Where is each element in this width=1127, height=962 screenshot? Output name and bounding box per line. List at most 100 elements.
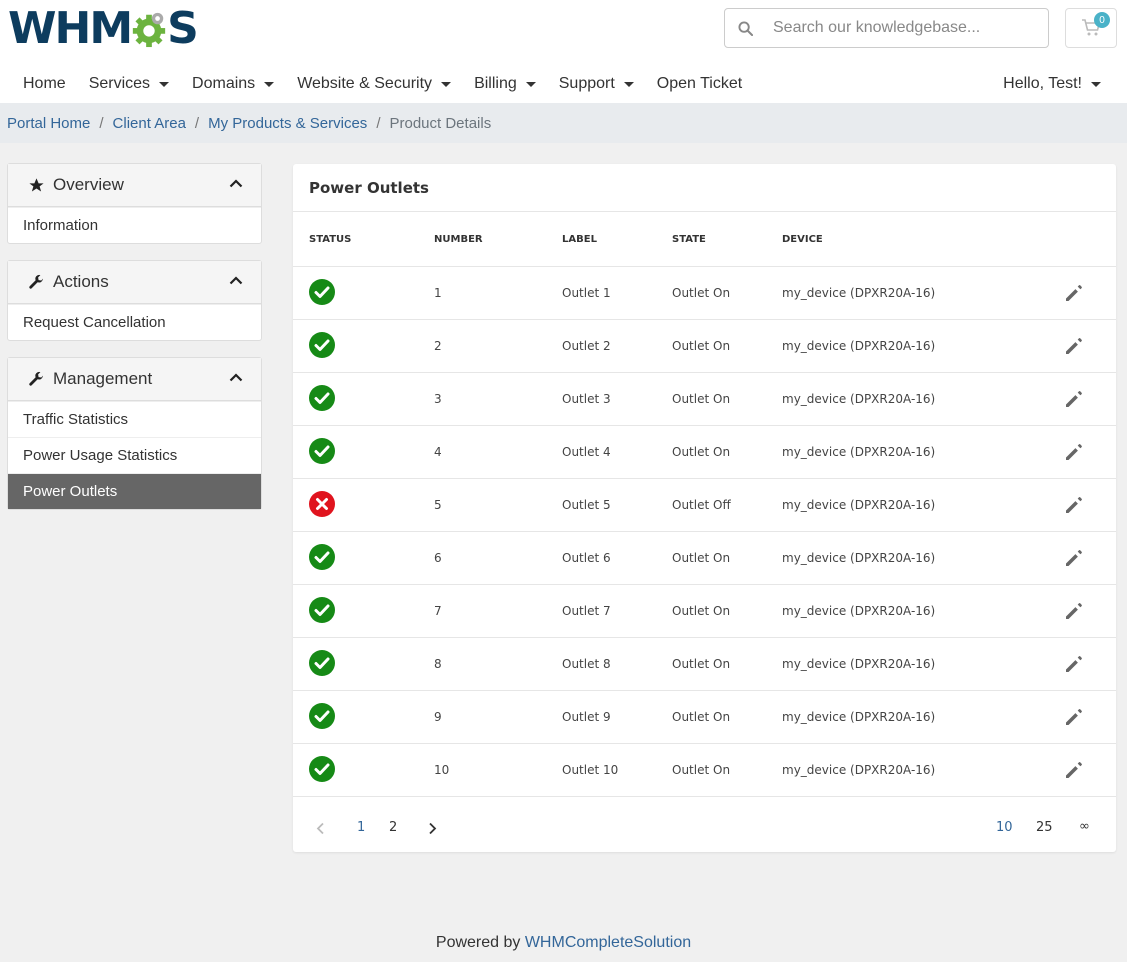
status-cell [293,543,434,573]
knowledgebase-search[interactable] [724,8,1049,48]
nav-item-domains[interactable]: Domains [192,75,275,93]
device-cell: my_device (DPXR20A-16) [782,604,936,618]
table-body: 1 Outlet 1 Outlet On my_device (DPXR20A-16)… [293,267,1116,797]
label-cell: Outlet 5 [562,498,611,512]
chevron-up-icon[interactable] [229,372,243,382]
edit-cell [1042,283,1112,303]
check-circle-icon [309,755,335,782]
panel-header-management[interactable]: Management [8,358,261,401]
edit-pencil-icon[interactable] [1064,389,1084,409]
edit-pencil-icon[interactable] [1064,548,1084,568]
label-cell: Outlet 10 [562,763,619,777]
edit-cell [1042,760,1112,780]
edit-pencil-icon[interactable] [1064,760,1084,780]
column-header-state[interactable]: STATE [672,234,782,245]
caret-down-icon [525,81,536,87]
check-circle-icon [309,596,335,623]
chevron-left-icon[interactable] [316,822,325,835]
x-circle-icon [309,490,335,517]
number-cell: 7 [434,604,442,618]
number-cell: 4 [434,445,442,459]
breadcrumb-link[interactable]: My Products & Services [208,115,367,132]
user-greeting: Hello, Test! [1003,75,1082,92]
table-row: 3 Outlet 3 Outlet On my_device (DPXR20A-16) [293,373,1116,426]
device-cell: my_device (DPXR20A-16) [782,392,936,406]
logo-text-part: WHM [8,3,133,54]
column-header-status[interactable]: STATUS [293,234,434,245]
edit-pencil-icon[interactable] [1064,495,1084,515]
panel-header-overview[interactable]: Overview [8,164,261,207]
sidebar-item-power-outlets[interactable]: Power Outlets [8,473,261,509]
cart-button[interactable]: 0 [1065,8,1117,48]
whmcs-logo[interactable]: WHM S [8,3,199,54]
nav-item-label: Domains [192,75,256,92]
device-cell: my_device (DPXR20A-16) [782,710,936,724]
column-header-label[interactable]: LABEL [562,234,672,245]
search-input[interactable] [765,19,1035,37]
column-header-device[interactable]: DEVICE [782,234,1042,245]
state-cell: Outlet On [672,286,731,300]
caret-down-icon [441,81,452,87]
nav-item-website-security[interactable]: Website & Security [297,75,452,93]
table-row: 10 Outlet 10 Outlet On my_device (DPXR20A-1… [293,744,1116,797]
status-cell [293,437,434,467]
label-cell: Outlet 7 [562,604,611,618]
status-cell [293,384,434,414]
gear-logo-icon [133,12,166,48]
chevron-up-icon[interactable] [229,178,243,188]
page-size-10[interactable]: 10 [996,820,1013,835]
device-cell: my_device (DPXR20A-16) [782,763,936,777]
check-circle-icon [309,649,335,676]
card-title: Power Outlets [293,164,1116,212]
column-header-number[interactable]: NUMBER [434,234,562,245]
breadcrumb-link[interactable]: Client Area [113,115,186,132]
state-cell: Outlet On [672,763,731,777]
edit-pencil-icon[interactable] [1064,601,1084,621]
nav-item-billing[interactable]: Billing [474,75,536,93]
page-1-button[interactable]: 1 [357,820,365,835]
nav-item-support[interactable]: Support [559,75,634,93]
edit-cell [1042,654,1112,674]
table-row: 9 Outlet 9 Outlet On my_device (DPXR20A-16) [293,691,1116,744]
table-row: 2 Outlet 2 Outlet On my_device (DPXR20A-16) [293,320,1116,373]
device-cell: my_device (DPXR20A-16) [782,551,936,565]
sidebar-item-traffic-statistics[interactable]: Traffic Statistics [8,401,261,437]
page-size-all[interactable]: ∞ [1079,819,1090,834]
nav-item-home[interactable]: Home [23,75,66,93]
sidebar-item-information[interactable]: Information [8,207,261,243]
number-cell: 9 [434,710,442,724]
edit-pencil-icon[interactable] [1064,336,1084,356]
device-cell: my_device (DPXR20A-16) [782,286,936,300]
status-cell [293,490,434,520]
footer: Powered by WHMCompleteSolution [0,934,1127,952]
sidebar-item-request-cancellation[interactable]: Request Cancellation [8,304,261,340]
nav-item-services[interactable]: Services [89,75,170,93]
number-cell: 2 [434,339,442,353]
cart-count-badge: 0 [1094,12,1110,28]
footer-link[interactable]: WHMCompleteSolution [525,934,691,951]
panel-title: Overview [53,175,124,194]
edit-pencil-icon[interactable] [1064,707,1084,727]
chevron-right-icon[interactable] [428,822,437,835]
edit-pencil-icon[interactable] [1064,283,1084,303]
panel-header-actions[interactable]: Actions [8,261,261,304]
table-row: 5 Outlet 5 Outlet Off my_device (DPXR20A-16… [293,479,1116,532]
page-2-button[interactable]: 2 [389,820,397,835]
device-cell: my_device (DPXR20A-16) [782,445,936,459]
number-cell: 8 [434,657,442,671]
page-size-25[interactable]: 25 [1036,820,1053,835]
table-row: 1 Outlet 1 Outlet On my_device (DPXR20A-16) [293,267,1116,320]
label-cell: Outlet 6 [562,551,611,565]
table-header: STATUS NUMBER LABEL STATE DEVICE [293,212,1116,267]
edit-pencil-icon[interactable] [1064,654,1084,674]
nav-item-open-ticket[interactable]: Open Ticket [657,75,742,93]
chevron-up-icon[interactable] [229,275,243,285]
edit-pencil-icon[interactable] [1064,442,1084,462]
label-cell: Outlet 8 [562,657,611,671]
breadcrumb-link[interactable]: Portal Home [7,115,90,132]
sidebar-item-power-usage-statistics[interactable]: Power Usage Statistics [8,437,261,473]
user-menu[interactable]: Hello, Test! [1003,66,1101,102]
state-cell: Outlet On [672,551,731,565]
label-cell: Outlet 3 [562,392,611,406]
logo-text-part: S [167,3,199,54]
